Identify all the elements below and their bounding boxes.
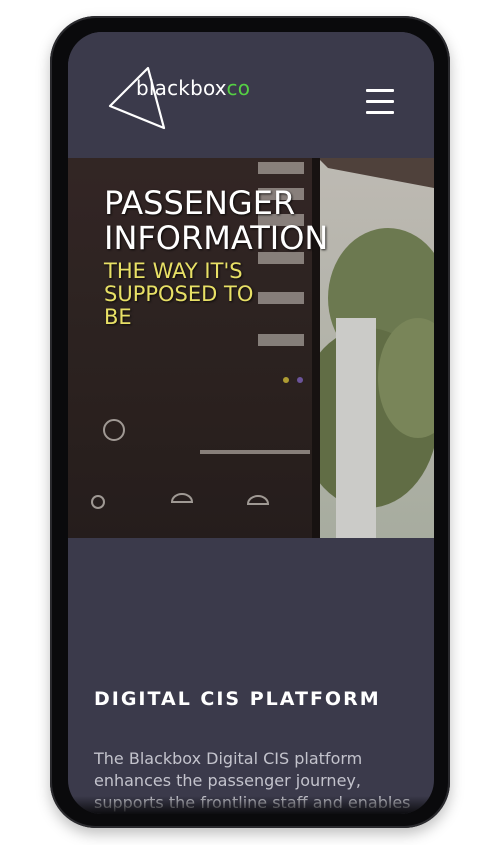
logo-text-main: blackbox: [136, 76, 227, 100]
logo-text-accent: co: [226, 76, 251, 100]
logo-wordmark[interactable]: blackboxco: [136, 76, 250, 100]
hero-title-line-2: INFORMATION: [104, 219, 329, 257]
phone-screen: blackboxco PASSENGER INFORMATION THE WAY…: [68, 32, 434, 814]
section-title: DIGITAL CIS PLATFORM: [94, 688, 381, 710]
hamburger-menu-icon[interactable]: [364, 86, 396, 118]
phone-frame: blackboxco PASSENGER INFORMATION THE WAY…: [50, 16, 450, 828]
hero-subtitle: THE WAY IT'S SUPPOSED TO BE: [104, 259, 254, 329]
site-header: blackboxco: [68, 32, 434, 158]
screen-bottom-edge: [68, 796, 434, 814]
hero-title-line-1: PASSENGER: [104, 184, 296, 222]
hero-banner: PASSENGER INFORMATION THE WAY IT'S SUPPOS…: [68, 158, 434, 538]
hero-title: PASSENGER INFORMATION: [104, 186, 424, 256]
